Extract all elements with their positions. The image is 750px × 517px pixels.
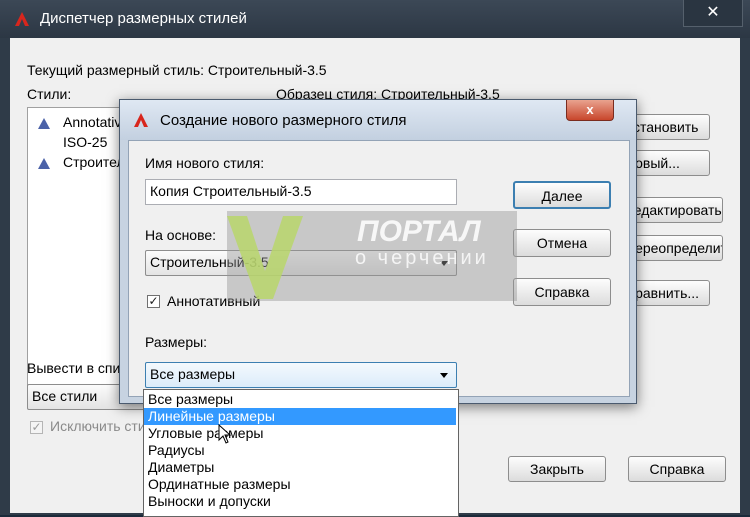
continue-button[interactable]: Далее [513, 181, 611, 209]
dimensions-combo[interactable]: Все размеры [145, 362, 457, 388]
based-on-label: На основе: [145, 227, 217, 243]
portal-logo-icon [227, 216, 303, 299]
dialog-title-bar[interactable]: Создание нового размерного стиля x [120, 100, 636, 140]
dialog-help-button[interactable]: Справка [513, 278, 611, 306]
style-item-iso25[interactable]: ISO-25 [63, 134, 107, 150]
outer-close-button[interactable]: ✕ [683, 0, 743, 27]
annotative-icon [38, 158, 50, 169]
outer-window-title: Диспетчер размерных стилей [40, 10, 247, 27]
close-icon: x [586, 102, 594, 117]
watermark-title: ПОРТАЛ [357, 215, 481, 248]
dropdown-option[interactable]: Все размеры [144, 391, 456, 408]
annotative-icon [38, 118, 50, 129]
cancel-button[interactable]: Отмена [513, 229, 611, 257]
dropdown-option[interactable]: Угловые размеры [144, 425, 456, 442]
autocad-logo-icon [15, 12, 29, 26]
new-name-label: Имя нового стиля: [145, 155, 265, 171]
dialog-title: Создание нового размерного стиля [160, 112, 407, 129]
outer-help-button[interactable]: Справка [628, 456, 726, 482]
dropdown-option[interactable]: Ординатные размеры [144, 476, 456, 493]
dimensions-value: Все размеры [150, 366, 236, 382]
new-name-input[interactable]: Копия Строительный-3.5 [145, 179, 457, 205]
close-icon: ✕ [706, 4, 720, 21]
styles-label: Стили: [27, 86, 72, 102]
autocad-logo-icon [134, 113, 148, 127]
dropdown-option[interactable]: Радиусы [144, 442, 456, 459]
exclude-xref-checkbox[interactable]: ✓ [30, 421, 43, 434]
dimensions-dropdown-list[interactable]: Все размеры Линейные размеры Угловые раз… [143, 389, 459, 517]
close-button[interactable]: Закрыть [508, 456, 606, 482]
dialog-close-button[interactable]: x [566, 100, 614, 121]
chevron-down-icon [440, 373, 448, 378]
outer-title-bar[interactable]: Диспетчер размерных стилей ✕ [0, 0, 750, 38]
current-style-label: Текущий размерный стиль: Строительный-3.… [27, 62, 327, 78]
dropdown-option[interactable]: Выноски и допуски [144, 493, 456, 510]
dimensions-label: Размеры: [145, 334, 208, 350]
watermark-subtitle: о черчении [355, 247, 489, 269]
dropdown-option[interactable]: Диаметры [144, 459, 456, 476]
dropdown-option-selected[interactable]: Линейные размеры [144, 408, 456, 425]
annotative-checkbox[interactable]: ✓ [147, 295, 160, 308]
portal-watermark: ПОРТАЛ о черчении [227, 211, 517, 301]
mouse-cursor-icon [218, 424, 232, 444]
